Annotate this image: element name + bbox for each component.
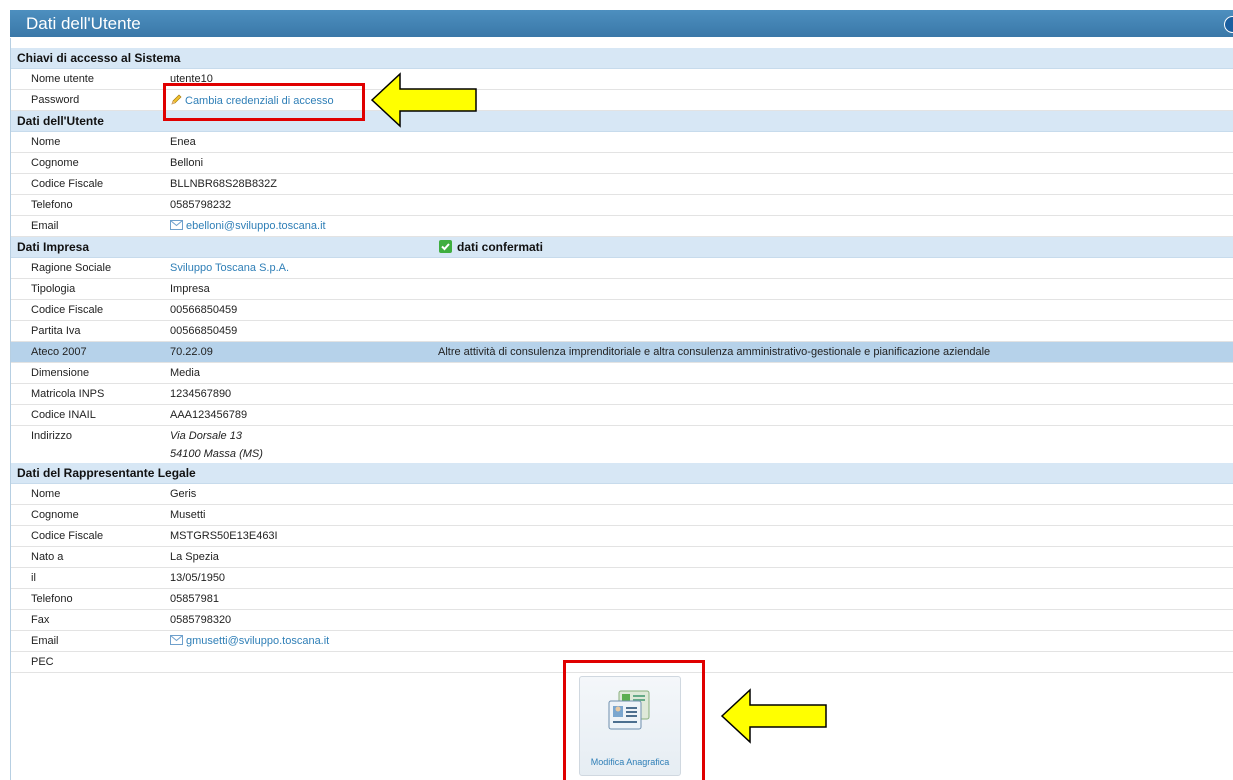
row-company-inail: Codice INAIL AAA123456789: [11, 405, 1233, 426]
field-label: Tipologia: [31, 283, 76, 295]
field-value: Geris: [170, 488, 197, 500]
field-label: Nome: [31, 136, 61, 148]
field-label: Password: [31, 94, 80, 106]
row-user-cf: Codice Fiscale BLLNBR68S28B832Z: [11, 174, 1233, 195]
annotation-highlight-box: [563, 660, 705, 780]
annotation-arrow-icon: [720, 688, 827, 744]
field-label: Email: [31, 220, 59, 232]
window-title-bar: Dati dell'Utente: [10, 10, 1233, 37]
field-label: Email: [31, 635, 59, 647]
row-company-cf: Codice Fiscale 00566850459: [11, 300, 1233, 321]
field-label: Nato a: [31, 551, 64, 563]
row-legal-email: Email gmusetti@sviluppo.toscana.it: [11, 631, 1233, 652]
row-company-inps: Matricola INPS 1234567890: [11, 384, 1233, 405]
field-value: MSTGRS50E13E463I: [170, 530, 278, 542]
field-value: 0585798232: [170, 199, 232, 211]
annotation-arrow-icon: [370, 72, 477, 128]
company-name-link[interactable]: Sviluppo Toscana S.p.A.: [170, 262, 289, 274]
row-company-tipologia: Tipologia Impresa: [11, 279, 1233, 300]
row-company-indirizzo: Indirizzo Via Dorsale 13 54100 Massa (MS…: [11, 426, 1233, 464]
user-email-link[interactable]: ebelloni@sviluppo.toscana.it: [170, 220, 326, 232]
field-label: Codice Fiscale: [31, 304, 104, 316]
section-title: Chiavi di accesso al Sistema: [17, 51, 181, 65]
mail-icon: [170, 220, 183, 230]
field-label: Partita Iva: [31, 325, 81, 337]
legal-email-text[interactable]: gmusetti@sviluppo.toscana.it: [186, 635, 329, 647]
field-value: 00566850459: [170, 304, 238, 316]
field-label: Codice INAIL: [31, 409, 96, 421]
user-email-text[interactable]: ebelloni@sviluppo.toscana.it: [186, 220, 326, 232]
row-legal-il: il 13/05/1950: [11, 568, 1233, 589]
window-title: Dati dell'Utente: [26, 14, 141, 33]
field-label: Ateco 2007: [31, 346, 87, 358]
row-company-ragione: Ragione Sociale Sviluppo Toscana S.p.A.: [11, 258, 1233, 279]
section-header-access: Chiavi di accesso al Sistema: [11, 48, 1233, 69]
collapse-icon[interactable]: [1224, 16, 1233, 33]
field-value: BLLNBR68S28B832Z: [170, 178, 278, 190]
field-value: 00566850459: [170, 325, 238, 337]
field-value: 0585798320: [170, 614, 232, 626]
field-label: Cognome: [31, 157, 79, 169]
legal-email-link[interactable]: gmusetti@sviluppo.toscana.it: [170, 635, 329, 647]
field-value: 13/05/1950: [170, 572, 226, 584]
field-label: PEC: [31, 656, 54, 668]
checkmark-icon: [439, 240, 452, 253]
field-value: 70.22.09: [170, 346, 213, 358]
field-label: Nome: [31, 488, 61, 500]
row-legal-cf: Codice Fiscale MSTGRS50E13E463I: [11, 526, 1233, 547]
field-label: Ragione Sociale: [31, 262, 112, 274]
row-company-ateco: Ateco 2007 70.22.09 Altre attività di co…: [11, 342, 1233, 363]
row-user-nome: Nome Enea: [11, 132, 1233, 153]
row-legal-cognome: Cognome Musetti: [11, 505, 1233, 526]
section-header-company: Dati Impresa dati confermati: [11, 237, 1233, 258]
section-title: Dati dell'Utente: [17, 114, 104, 128]
field-label: Codice Fiscale: [31, 178, 104, 190]
field-label: Fax: [31, 614, 50, 626]
field-label: Indirizzo: [31, 430, 72, 442]
field-value: Musetti: [170, 509, 206, 521]
field-label: Telefono: [31, 199, 73, 211]
field-value: Belloni: [170, 157, 204, 169]
row-legal-nato: Nato a La Spezia: [11, 547, 1233, 568]
field-label: il: [31, 572, 36, 584]
field-label: Matricola INPS: [31, 388, 105, 400]
mail-icon: [170, 635, 183, 645]
row-user-cognome: Cognome Belloni: [11, 153, 1233, 174]
field-label: Cognome: [31, 509, 79, 521]
address-line-1: Via Dorsale 13: [170, 430, 242, 442]
row-legal-nome: Nome Geris: [11, 484, 1233, 505]
row-company-piva: Partita Iva 00566850459: [11, 321, 1233, 342]
row-legal-tel: Telefono 05857981: [11, 589, 1233, 610]
confirmed-status: dati confermati: [439, 240, 543, 254]
field-label: Codice Fiscale: [31, 530, 104, 542]
row-company-dimensione: Dimensione Media: [11, 363, 1233, 384]
field-value: 1234567890: [170, 388, 232, 400]
address-line-2: 54100 Massa (MS): [170, 448, 263, 460]
field-label: Telefono: [31, 593, 73, 605]
confirmed-status-label: dati confermati: [457, 240, 544, 254]
field-value: Media: [170, 367, 200, 379]
section-header-legal: Dati del Rappresentante Legale: [11, 463, 1233, 484]
field-value: Enea: [170, 136, 196, 148]
section-title: Dati del Rappresentante Legale: [17, 466, 196, 480]
row-user-email: Email ebelloni@sviluppo.toscana.it: [11, 216, 1233, 237]
field-value: Impresa: [170, 283, 210, 295]
field-value: La Spezia: [170, 551, 219, 563]
field-value: AAA123456789: [170, 409, 248, 421]
field-label: Nome utente: [31, 73, 94, 85]
ateco-description: Altre attività di consulenza imprenditor…: [438, 346, 991, 358]
row-legal-fax: Fax 0585798320: [11, 610, 1233, 631]
row-user-tel: Telefono 0585798232: [11, 195, 1233, 216]
section-title: Dati Impresa: [17, 240, 90, 254]
annotation-highlight-box: [163, 83, 365, 121]
field-label: Dimensione: [31, 367, 90, 379]
field-value: 05857981: [170, 593, 219, 605]
